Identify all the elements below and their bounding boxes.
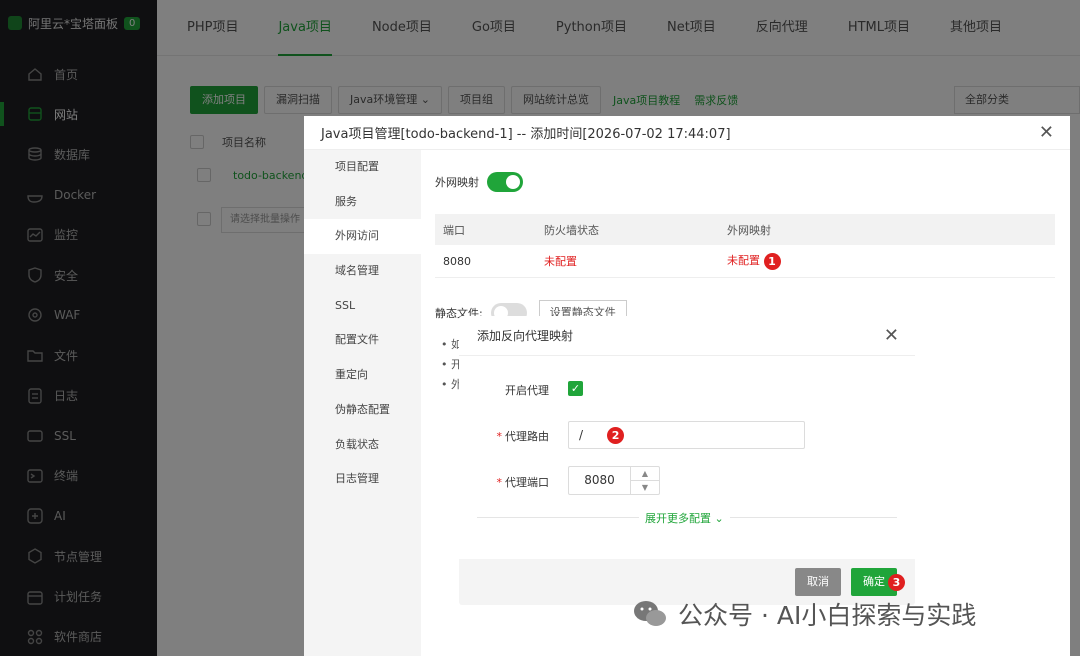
expand-more-button[interactable]: 展开更多配置 ⌄ [639,510,730,526]
col-firewall: 防火墙状态 [544,223,599,237]
firewall-status[interactable]: 未配置 [544,253,727,269]
add-proxy-dialog: 添加反向代理映射 ✕ 开启代理 ✓ * 代理路由 / 2 * 代理端口 8080 ▲… [459,316,915,605]
port-label: * 代理端口 [496,476,550,489]
dialog-menu-item[interactable]: 负载状态 [304,428,421,463]
col-mapping: 外网映射 [727,223,771,237]
dialog-menu-item[interactable]: 伪静态配置 [304,393,421,428]
step-marker-1: 1 [763,252,781,270]
watermark-text: 公众号 · AI小白探索与实践 [678,601,977,630]
cancel-button[interactable]: 取消 [795,568,841,596]
chevron-up-icon[interactable]: ▲ [631,467,659,481]
external-mapping-toggle[interactable] [487,172,523,192]
enable-proxy-checkbox[interactable]: ✓ [568,381,583,396]
dialog-header: 添加反向代理映射 ✕ [459,316,915,356]
external-mapping-row: 外网映射 [435,172,523,192]
ports-table: 端口 防火墙状态 外网映射 8080 未配置 未配置 1 [435,214,1055,278]
port-value[interactable]: 8080 [569,467,631,494]
step-marker-3: 3 [888,574,905,591]
col-port: 端口 [443,223,465,237]
wechat-icon [634,601,666,626]
route-input[interactable]: / 2 [568,421,805,449]
dialog-menu-item[interactable]: 重定向 [304,358,421,393]
step-marker-2: 2 [607,426,625,444]
dialog-menu-item[interactable]: 服务 [304,185,421,220]
close-icon[interactable]: ✕ [1039,122,1054,143]
dialog-menu-item[interactable]: 配置文件 [304,323,421,358]
dialog-menu-item[interactable]: SSL [304,289,421,324]
port-stepper[interactable]: 8080 ▲ ▼ [568,466,660,495]
confirm-button[interactable]: 确定 3 [851,568,905,596]
external-mapping-label: 外网映射 [435,176,479,189]
watermark: 公众号 · AI小白探索与实践 [632,596,976,632]
route-value: / [579,428,584,442]
ports-table-header: 端口 防火墙状态 外网映射 [435,214,1055,245]
dialog-header: Java项目管理[todo-backend-1] -- 添加时间[2026-07… [304,116,1070,150]
dialog-menu-item[interactable]: 域名管理 [304,254,421,289]
dialog-menu-item[interactable]: 日志管理 [304,462,421,497]
mapping-status[interactable]: 未配置 [727,254,760,267]
port-value: 8080 [443,254,471,268]
close-icon[interactable]: ✕ [884,325,899,346]
table-row: 8080 未配置 未配置 1 [435,245,1055,278]
dialog-menu: 项目配置 服务 外网访问 域名管理 SSL 配置文件 重定向 伪静态配置 负载状态 日志管理 [304,150,421,656]
route-label: * 代理路由 [496,430,550,443]
dialog-title: Java项目管理[todo-backend-1] -- 添加时间[2026-07… [321,127,731,142]
chevron-down-icon: ⌄ [714,512,724,525]
dialog-menu-item[interactable]: 项目配置 [304,150,421,185]
chevron-down-icon[interactable]: ▼ [631,481,659,494]
enable-proxy-label: 开启代理 [505,384,549,397]
dialog-menu-item[interactable]: 外网访问 [304,219,421,255]
dialog-title: 添加反向代理映射 [477,329,574,343]
